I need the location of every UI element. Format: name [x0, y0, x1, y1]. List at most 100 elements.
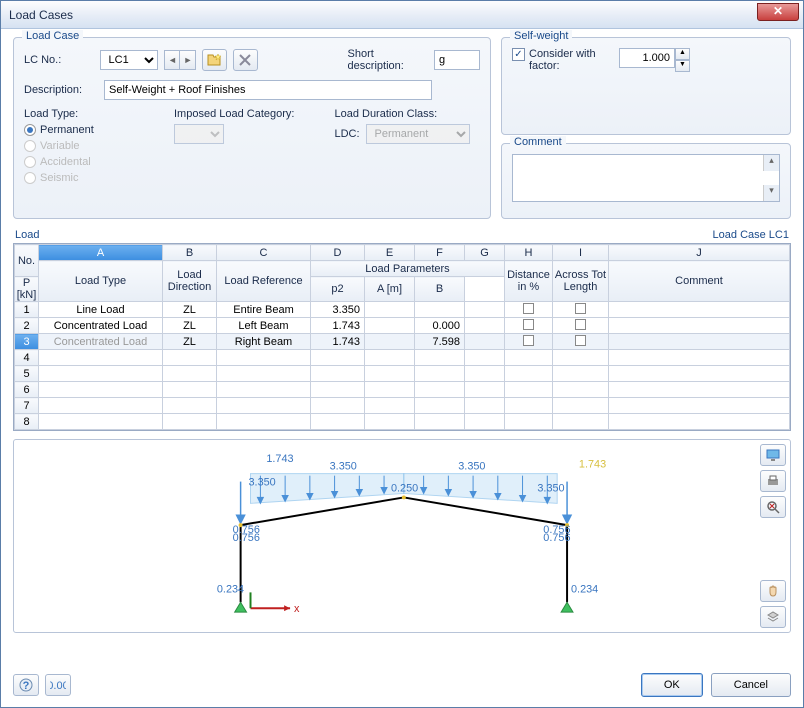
- comment-scroll-down[interactable]: ▾: [763, 185, 779, 201]
- col-J[interactable]: J: [609, 245, 790, 261]
- hdr-across: Across Tot Length: [553, 261, 609, 302]
- svg-text:3.350: 3.350: [458, 461, 485, 473]
- delete-loadcase-button[interactable]: [233, 49, 258, 71]
- col-C[interactable]: C: [217, 245, 311, 261]
- help-button[interactable]: ?: [13, 674, 39, 696]
- ilc-label: Imposed Load Category:: [174, 108, 294, 120]
- svg-text:3.350: 3.350: [249, 477, 276, 489]
- hdr-a: A [m]: [365, 277, 415, 302]
- radio-variable[interactable]: Variable: [24, 140, 134, 152]
- hdr-b: B: [415, 277, 465, 302]
- lcno-label: LC No.:: [24, 54, 94, 66]
- svg-text:0.234: 0.234: [571, 583, 598, 595]
- lcno-select[interactable]: LC1: [100, 50, 159, 70]
- svg-text:3.350: 3.350: [537, 482, 564, 494]
- hdr-dist: Distance in %: [505, 261, 553, 302]
- table-row: 6: [15, 382, 790, 398]
- radio-seismic[interactable]: Seismic: [24, 172, 134, 184]
- layers-icon: [766, 610, 780, 624]
- load-grid[interactable]: No. A B C D E F G H I J Load Type Load D…: [13, 243, 791, 431]
- view-tool-2[interactable]: [760, 470, 786, 492]
- table-row: 8: [15, 414, 790, 430]
- shortdesc-label: Short description:: [348, 48, 428, 72]
- col-E[interactable]: E: [365, 245, 415, 261]
- table-row: 2 Concentrated Load ZL Left Beam 1.743 0…: [15, 318, 790, 334]
- selfweight-legend: Self-weight: [510, 30, 572, 42]
- hdr-loadtype: Load Type: [39, 261, 163, 302]
- svg-text:0.250: 0.250: [391, 482, 418, 494]
- hdr-loadref: Load Reference: [217, 261, 311, 302]
- close-button[interactable]: ✕: [757, 3, 799, 21]
- titlebar: Load Cases ✕: [1, 1, 803, 29]
- hdr-comment: Comment: [609, 261, 790, 302]
- lcno-next-button[interactable]: ►: [180, 50, 196, 70]
- view-tool-3[interactable]: [760, 496, 786, 518]
- window-title: Load Cases: [9, 8, 73, 22]
- load-heading: Load: [15, 229, 39, 241]
- radio-accidental[interactable]: Accidental: [24, 156, 134, 168]
- svg-text:x: x: [294, 603, 300, 615]
- loadcase-legend: Load Case: [22, 30, 83, 42]
- decimal-icon: 0.00: [50, 678, 66, 692]
- comment-scroll-up[interactable]: ▴: [763, 155, 779, 171]
- hdr-p2: p2: [311, 277, 365, 302]
- shortdesc-input[interactable]: [434, 50, 480, 70]
- new-loadcase-button[interactable]: [202, 49, 227, 71]
- delete-x-icon: [239, 54, 251, 66]
- svg-text:0.756: 0.756: [543, 532, 570, 544]
- view-tool-4[interactable]: [760, 580, 786, 602]
- svg-text:0.00: 0.00: [50, 680, 66, 692]
- loadtype-label: Load Type:: [24, 108, 134, 120]
- comment-legend: Comment: [510, 136, 566, 148]
- factor-up-button[interactable]: ▲: [675, 48, 690, 60]
- lcno-prev-button[interactable]: ◄: [164, 50, 180, 70]
- hdr-loaddir: Load Direction: [163, 261, 217, 302]
- ok-button[interactable]: OK: [641, 673, 703, 697]
- selfweight-group: Self-weight Consider with factor: ▲ ▼: [501, 37, 791, 135]
- svg-text:0.756: 0.756: [233, 532, 260, 544]
- svg-text:?: ?: [23, 680, 30, 692]
- ilc-select: [174, 124, 224, 144]
- loadcase-group: Load Case LC No.: LC1 ◄ ► Short descript…: [13, 37, 491, 219]
- cancel-button[interactable]: Cancel: [711, 673, 791, 697]
- units-button[interactable]: 0.00: [45, 674, 71, 696]
- hand-icon: [766, 584, 780, 598]
- display-icon: [766, 448, 780, 462]
- col-G[interactable]: G: [465, 245, 505, 261]
- table-row: 7: [15, 398, 790, 414]
- table-row: 4: [15, 350, 790, 366]
- table-row: 5: [15, 366, 790, 382]
- hdr-loadparams: Load Parameters: [311, 261, 505, 277]
- col-B[interactable]: B: [163, 245, 217, 261]
- desc-label: Description:: [24, 84, 98, 96]
- view-tool-5[interactable]: [760, 606, 786, 628]
- folder-star-icon: [207, 53, 223, 67]
- comment-group: Comment ▴ ▾: [501, 143, 791, 219]
- consider-label: Consider with factor:: [529, 48, 609, 72]
- col-I[interactable]: I: [553, 245, 609, 261]
- col-A[interactable]: A: [39, 245, 163, 261]
- col-F[interactable]: F: [415, 245, 465, 261]
- load-heading-right: Load Case LC1: [713, 229, 789, 241]
- svg-text:3.350: 3.350: [330, 461, 357, 473]
- consider-checkbox[interactable]: [512, 48, 525, 61]
- comment-textarea[interactable]: ▴ ▾: [512, 154, 780, 202]
- factor-input[interactable]: [619, 48, 675, 68]
- col-D[interactable]: D: [311, 245, 365, 261]
- svg-text:1.743: 1.743: [266, 453, 293, 465]
- ldc-select: Permanent: [366, 124, 470, 144]
- print-icon: [766, 474, 780, 488]
- search-x-icon: [766, 500, 780, 514]
- help-icon: ?: [19, 678, 33, 692]
- table-row: 1 Line Load ZL Entire Beam 3.350: [15, 302, 790, 318]
- desc-input[interactable]: [104, 80, 432, 100]
- col-H[interactable]: H: [505, 245, 553, 261]
- view-tool-1[interactable]: [760, 444, 786, 466]
- factor-down-button[interactable]: ▼: [675, 60, 690, 72]
- col-no: No.: [15, 245, 39, 277]
- hdr-p: P [kN]: [15, 277, 39, 302]
- ldc-label: Load Duration Class:: [334, 108, 469, 120]
- svg-text:1.743: 1.743: [579, 459, 606, 471]
- svg-text:0.234: 0.234: [217, 583, 244, 595]
- radio-permanent[interactable]: Permanent: [24, 124, 134, 136]
